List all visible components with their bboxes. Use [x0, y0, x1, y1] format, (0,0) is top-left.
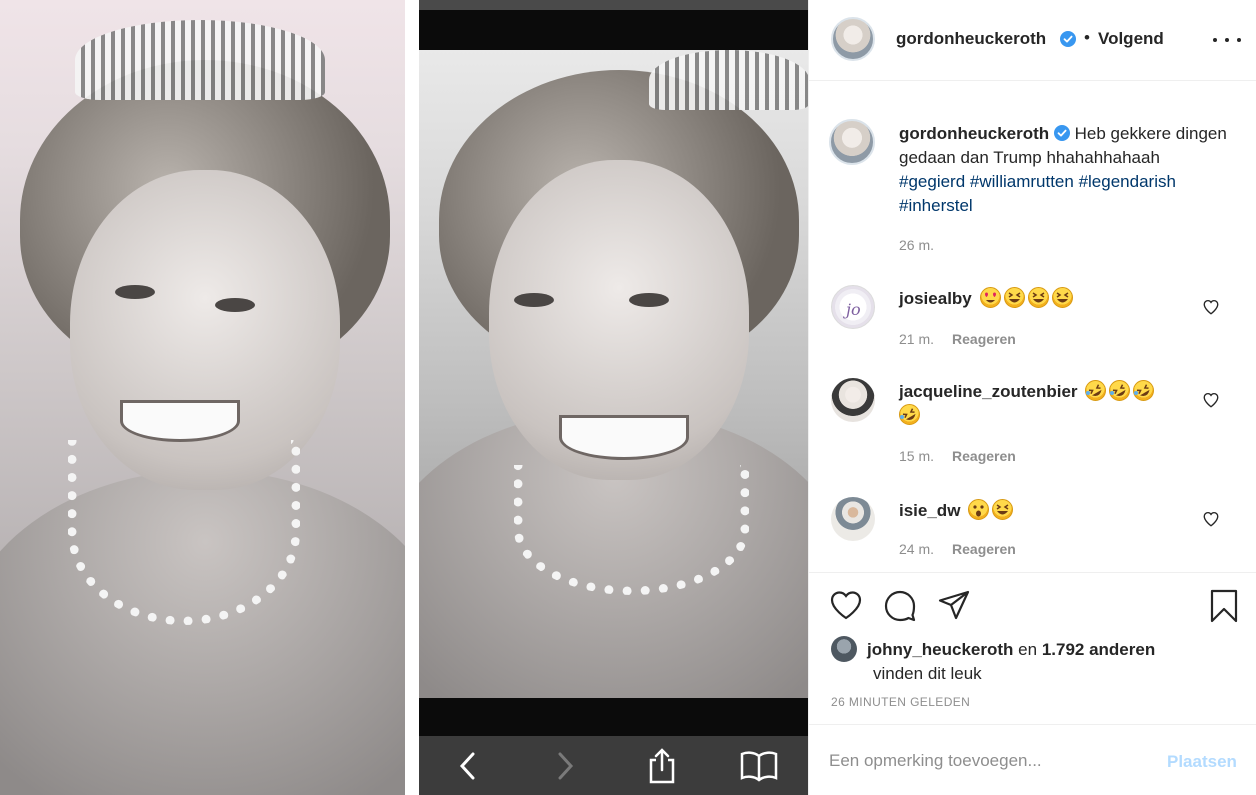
grin-squint-emoji-icon — [1051, 287, 1073, 308]
back-icon — [448, 746, 488, 786]
hashtag-link[interactable]: #legendarish — [1079, 172, 1176, 191]
post-actions: johny_heuckeroth en 1.792 anderen vinden… — [809, 572, 1256, 724]
commenter-username[interactable]: josiealby — [899, 289, 972, 308]
portrait-eye — [115, 285, 155, 299]
grin-squint-emoji-icon — [992, 499, 1014, 520]
post-media[interactable] — [0, 0, 808, 795]
more-options-icon[interactable] — [1213, 30, 1241, 50]
comment-bubble-icon[interactable] — [883, 589, 917, 623]
rofl-emoji-icon — [1109, 380, 1131, 401]
commenter-username[interactable]: jacqueline_zoutenbier — [899, 382, 1078, 401]
reply-button[interactable]: Reageren — [952, 331, 1016, 347]
comments-list[interactable]: gordonheuckeroth Heb gekkere dingen geda… — [809, 82, 1256, 572]
author-username[interactable]: gordonheuckeroth — [896, 29, 1046, 49]
separator-dot: • — [1084, 28, 1090, 47]
post-caption: gordonheuckeroth Heb gekkere dingen geda… — [899, 122, 1229, 218]
tiara-shape — [649, 50, 808, 110]
pearl-necklace — [68, 440, 300, 625]
rofl-emoji-icon — [1133, 380, 1155, 401]
commenter-avatar[interactable] — [831, 378, 875, 422]
add-comment-input[interactable] — [829, 747, 1149, 775]
comment-meta: 21 m. Reageren — [899, 331, 1016, 347]
rofl-emoji-icon — [1085, 380, 1107, 401]
post-comment-button[interactable]: Plaatsen — [1167, 752, 1237, 772]
comment-meta: 24 m. Reageren — [899, 541, 1016, 557]
bookmarks-book-icon — [739, 746, 779, 786]
photo-divider — [405, 0, 419, 795]
grin-squint-emoji-icon — [1003, 287, 1025, 308]
portrait-eye — [514, 293, 554, 307]
tiara-shape — [75, 20, 325, 100]
reply-button[interactable]: Reageren — [952, 541, 1016, 557]
phone-browser-toolbar — [419, 736, 808, 795]
comment-time: 21 m. — [899, 331, 935, 347]
heart-eyes-emoji-icon — [979, 287, 1001, 308]
hashtag-link[interactable]: #williamrutten — [970, 172, 1074, 191]
like-comment-heart-icon[interactable] — [1202, 510, 1220, 528]
like-heart-icon[interactable] — [829, 589, 863, 623]
post-timestamp[interactable]: 26 MINUTEN GELEDEN — [831, 695, 970, 709]
comment-text: jacqueline_zoutenbier — [899, 380, 1189, 428]
add-comment-bar: Plaatsen — [809, 724, 1256, 795]
caption-author-avatar[interactable] — [829, 119, 875, 165]
hashtag-link[interactable]: #gegierd — [899, 172, 965, 191]
likes-connector: en — [1018, 640, 1038, 659]
comment-time: 15 m. — [899, 448, 935, 464]
likes-summary: johny_heuckeroth en 1.792 anderen vinden… — [831, 636, 1231, 686]
comment-text: isie_dw — [899, 499, 1189, 523]
commenter-avatar[interactable] — [831, 497, 875, 541]
rofl-emoji-icon — [899, 404, 920, 425]
likes-others-link[interactable]: 1.792 anderen — [1042, 640, 1155, 659]
portrait-eye — [215, 298, 255, 312]
like-comment-heart-icon[interactable] — [1202, 298, 1220, 316]
phone-bottom-bar — [419, 698, 808, 736]
portrait-smile — [120, 400, 240, 442]
save-bookmark-icon[interactable] — [1207, 589, 1241, 623]
post-sidebar: gordonheuckeroth • Volgend gordonheucker… — [808, 0, 1256, 795]
phone-top-bar — [419, 10, 808, 50]
astonished-emoji-icon — [968, 499, 990, 520]
photo-edited-portrait — [419, 50, 808, 698]
hashtag-link[interactable]: #inherstel — [899, 196, 973, 215]
likes-suffix: vinden dit leuk — [873, 664, 982, 683]
share-paper-plane-icon[interactable] — [937, 589, 971, 623]
commenter-avatar[interactable]: jo — [831, 285, 875, 329]
photo-original-portrait — [0, 0, 405, 795]
verified-badge-icon — [1053, 125, 1070, 141]
pearl-necklace — [514, 465, 749, 595]
caption-username[interactable]: gordonheuckeroth — [899, 124, 1049, 143]
forward-icon — [545, 746, 585, 786]
following-button[interactable]: Volgend — [1098, 29, 1164, 49]
liker-username[interactable]: johny_heuckeroth — [867, 640, 1013, 659]
comment-text: josiealby — [899, 287, 1189, 311]
author-avatar[interactable] — [831, 17, 875, 61]
comment-time: 24 m. — [899, 541, 935, 557]
commenter-username[interactable]: isie_dw — [899, 501, 960, 520]
post-header: gordonheuckeroth • Volgend — [809, 0, 1256, 81]
caption-time: 26 m. — [899, 237, 935, 253]
phone-status-strip — [419, 0, 808, 10]
reply-button[interactable]: Reageren — [952, 448, 1016, 464]
portrait-eye — [629, 293, 669, 307]
liker-avatar[interactable] — [831, 636, 857, 662]
like-comment-heart-icon[interactable] — [1202, 391, 1220, 409]
verified-badge-icon — [1060, 31, 1076, 50]
comment-meta: 15 m. Reageren — [899, 448, 1016, 464]
photo-phone-screenshot — [419, 0, 808, 795]
portrait-smile — [559, 415, 689, 460]
share-icon — [642, 746, 682, 786]
svg-text:jo: jo — [843, 300, 861, 319]
grin-squint-emoji-icon — [1027, 287, 1049, 308]
